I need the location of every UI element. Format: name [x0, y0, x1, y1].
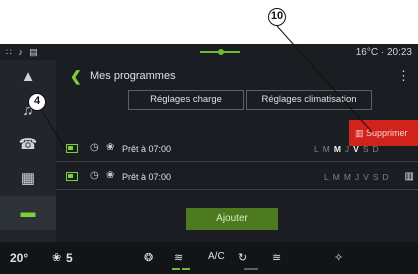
- temperature-value: 20: [10, 251, 24, 265]
- ventilation-icon[interactable]: ✧: [334, 251, 343, 264]
- heated-seat-icon[interactable]: ≋: [174, 251, 183, 264]
- page-indicator-dot: [218, 49, 224, 55]
- program-toggle[interactable]: [66, 172, 78, 181]
- heat-level-bar: [172, 268, 180, 270]
- fan-icon: ❀: [106, 142, 115, 153]
- day-wednesday: M: [333, 144, 345, 154]
- apps-icon[interactable]: ▦: [0, 162, 56, 196]
- add-program-button[interactable]: Ajouter: [186, 208, 278, 230]
- delete-program-button[interactable]: ▥ Supprimer: [349, 120, 418, 146]
- program-toggle[interactable]: [66, 144, 78, 153]
- page-title: Mes programmes: [90, 70, 176, 82]
- clock-icon: ◷: [90, 170, 99, 181]
- temperature-control[interactable]: 20°: [10, 251, 28, 265]
- ac-indicator: [244, 268, 258, 270]
- status-bar: ∷ ♪ ▤ 16°C · 20:23: [0, 44, 418, 60]
- programs-panel: ❮ Mes programmes ⋮ Réglages charge Régla…: [56, 60, 418, 242]
- infotainment-screen: ∷ ♪ ▤ 16°C · 20:23 ▲ ♫ ☎ ▦ ▬ ❮ Mes progr…: [0, 44, 418, 274]
- day-monday: L: [324, 172, 333, 182]
- heat-level-bar: [182, 268, 190, 270]
- day-wednesday: M: [343, 172, 355, 182]
- phone-icon[interactable]: ☎: [0, 128, 56, 162]
- fan-icon: ❀: [106, 170, 115, 181]
- program-row[interactable]: ◷ ❀ Prêt à 07:00 LMMJVSD ▥: [56, 164, 418, 190]
- side-nav: ▲ ♫ ☎ ▦ ▬: [0, 60, 56, 242]
- status-icons: ∷ ♪ ▤: [6, 47, 40, 57]
- callout-10: 10: [268, 8, 286, 26]
- day-friday: V: [363, 172, 373, 182]
- back-arrow-icon[interactable]: ❮: [70, 68, 82, 85]
- day-saturday: S: [372, 172, 383, 182]
- car-icon[interactable]: ▬: [0, 196, 56, 230]
- climate-bar: 20° ❀ 5 ❂ ≋ A/C ↻ ≊ ✧: [0, 242, 418, 274]
- delete-label: Supprimer: [366, 128, 408, 138]
- trash-icon: ▥: [355, 128, 364, 138]
- tab-charge-settings[interactable]: Réglages charge: [128, 90, 244, 110]
- day-monday: L: [314, 144, 323, 154]
- seat-heat-icon[interactable]: ↻: [238, 251, 247, 264]
- steering-wheel-heat-icon[interactable]: ❂: [144, 251, 153, 264]
- defrost-icon[interactable]: ≊: [272, 251, 281, 264]
- program-label: Prêt à 07:00: [122, 144, 172, 154]
- tab-climate-settings[interactable]: Réglages climatisation: [246, 90, 372, 110]
- fan-speed-icon[interactable]: ❀: [52, 251, 61, 264]
- program-days: LMMJVSD: [324, 172, 393, 182]
- day-tuesday: M: [322, 144, 334, 154]
- day-tuesday: M: [332, 172, 344, 182]
- day-thursday: J: [354, 172, 364, 182]
- program-label: Prêt à 07:00: [122, 172, 172, 182]
- callout-4: 4: [28, 93, 46, 111]
- more-menu-icon[interactable]: ⋮: [397, 68, 410, 84]
- ac-button[interactable]: A/C: [208, 251, 225, 262]
- temp-clock: 16°C · 20:23: [355, 47, 412, 58]
- clock-icon: ◷: [90, 142, 99, 153]
- temperature-unit: °: [23, 251, 29, 265]
- fan-speed-value[interactable]: 5: [66, 251, 73, 265]
- trash-icon[interactable]: ▥: [405, 171, 414, 182]
- day-sunday: D: [382, 172, 393, 182]
- home-icon[interactable]: ▲: [0, 60, 56, 94]
